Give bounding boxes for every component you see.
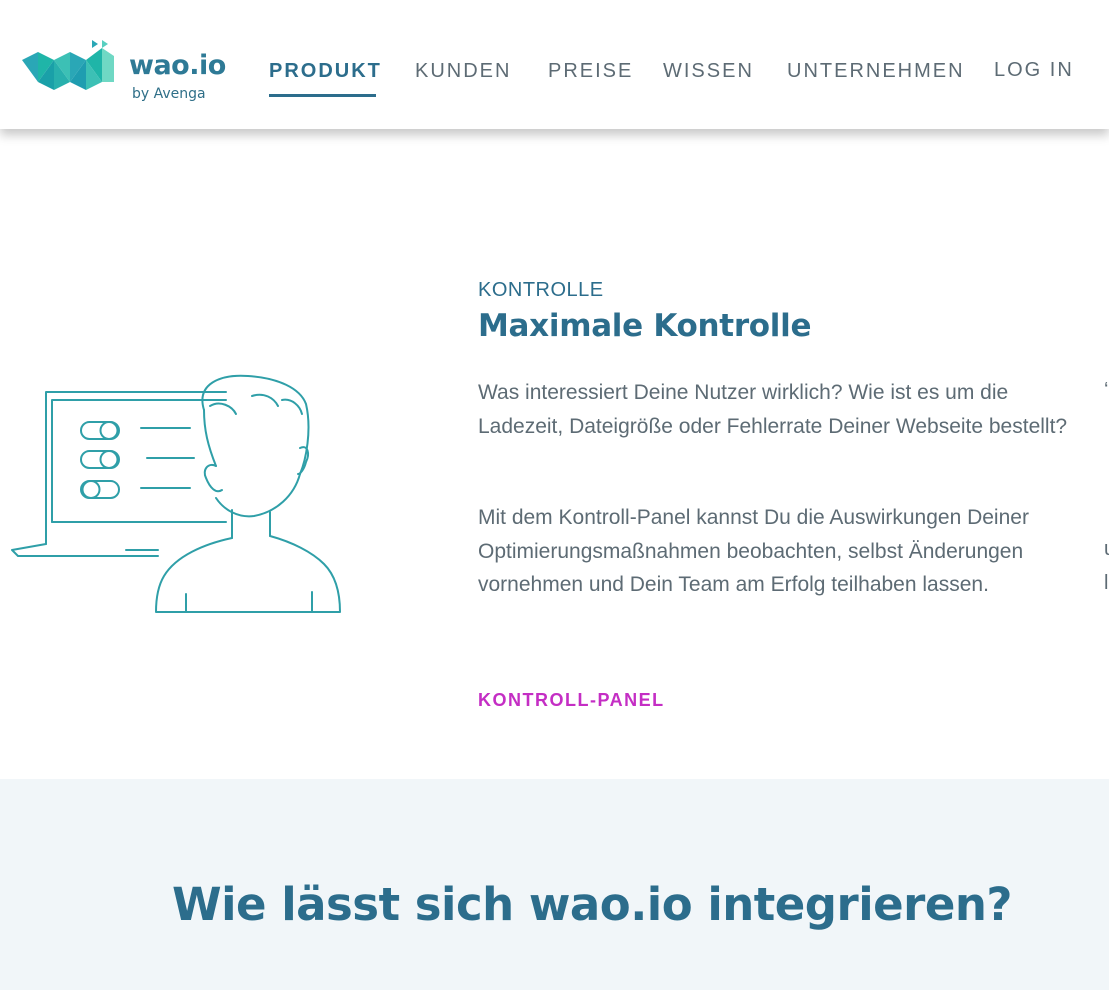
feature-eyebrow: KONTROLLE <box>478 279 604 301</box>
site-header: wao.io by Avenga PRODUKT KUNDEN PREISE W… <box>0 0 1109 129</box>
next-slide-fragment: u <box>1104 538 1109 558</box>
wao-logo-icon <box>22 40 114 90</box>
nav-item-wissen[interactable]: WISSEN <box>663 60 754 83</box>
feature-paragraph-2: Mit dem Kontroll-Panel kannst Du die Aus… <box>478 506 1029 596</box>
nav-item-kunden[interactable]: KUNDEN <box>415 60 511 83</box>
kontroll-panel-link[interactable]: KONTROLL-PANEL <box>478 690 665 711</box>
feature-title: Maximale Kontrolle <box>478 308 812 344</box>
nav-item-preise[interactable]: PREISE <box>548 60 633 83</box>
feature-paragraph-1: Was interessiert Deine Nutzer wirklich? … <box>478 381 1068 438</box>
integration-heading: Wie lässt sich wao.io integrieren? <box>171 878 1013 931</box>
next-slide-fragment: l <box>1104 572 1109 592</box>
brand-tagline: by Avenga <box>132 86 206 102</box>
nav-item-unternehmen[interactable]: UNTERNEHMEN <box>787 60 965 83</box>
person-at-laptop-illustration-icon <box>11 374 341 613</box>
nav-item-login[interactable]: LOG IN <box>994 59 1074 82</box>
next-slide-fragment: ‘ <box>1104 379 1109 399</box>
nav-active-underline <box>269 94 376 97</box>
brand-name: wao.io <box>129 50 226 81</box>
nav-item-produkt[interactable]: PRODUKT <box>269 60 382 83</box>
brand-logo[interactable]: wao.io by Avenga <box>22 38 226 108</box>
